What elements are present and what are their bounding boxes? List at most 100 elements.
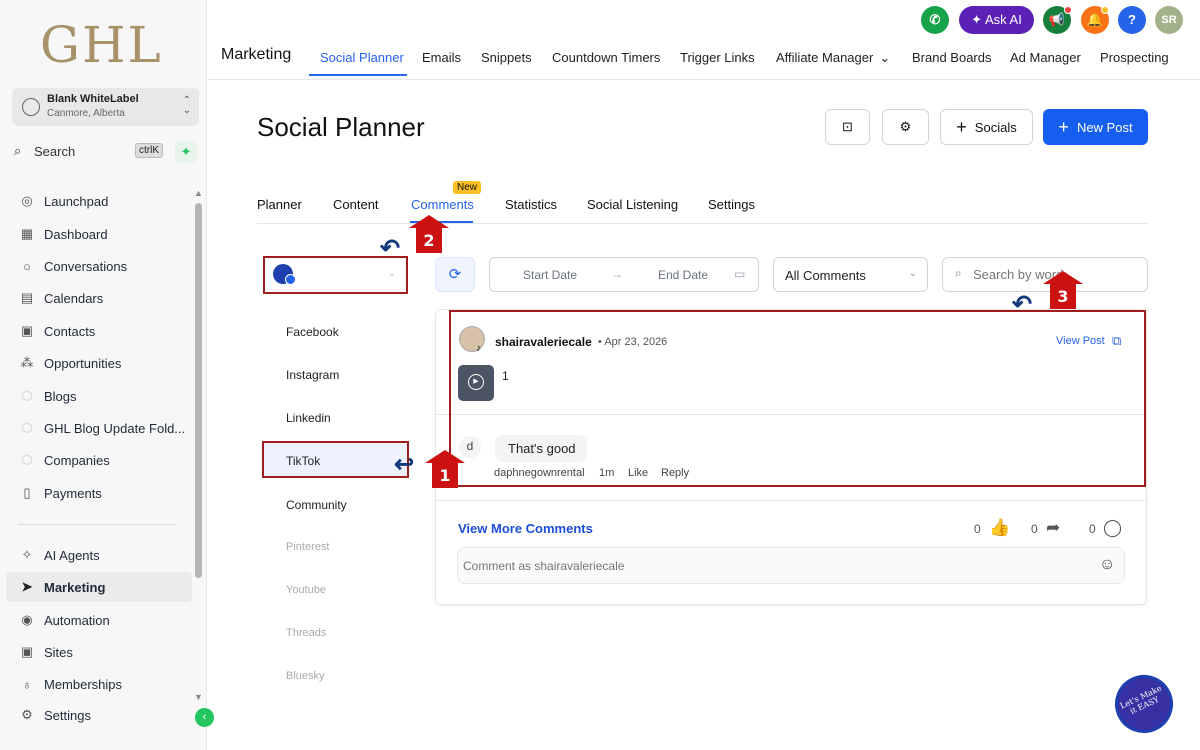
tab-social-planner[interactable]: Social Planner — [320, 50, 404, 65]
sidebar-item-marketing[interactable]: ➤ Marketing — [6, 572, 192, 602]
emoji-icon[interactable]: ☺ — [1099, 556, 1115, 574]
scroll-down-icon[interactable]: ▼ — [194, 692, 203, 702]
socials-button[interactable]: + Socials — [940, 109, 1033, 145]
arrow-right-icon: → — [611, 267, 623, 281]
search-shortcut: ctrlK — [135, 143, 163, 158]
sidebar-item-ai-agents[interactable]: ✧ AI Agents — [6, 540, 192, 570]
start-date: Start Date — [523, 268, 578, 282]
view-more-comments-link[interactable]: View More Comments — [458, 521, 593, 536]
tab-brand-boards[interactable]: Brand Boards — [912, 50, 992, 65]
platform-tiktok-highlight — [262, 441, 409, 478]
sidebar-search[interactable]: ⌕ Search ctrlK — [12, 141, 167, 163]
platform-tiktok[interactable]: TikTok — [286, 454, 320, 468]
refresh-button[interactable]: ⟳ — [435, 257, 475, 292]
sites-icon: ▣ — [20, 644, 34, 659]
page-title: Social Planner — [257, 112, 425, 142]
sidebar-item-ghl-blog-folder[interactable]: ⬡ GHL Blog Update Fold... — [6, 413, 192, 443]
platform-youtube[interactable]: Youtube — [286, 584, 326, 596]
sidebar-item-automation[interactable]: ◉ Automation — [6, 605, 192, 635]
scroll-up-icon[interactable]: ▲ — [194, 188, 203, 198]
annotation-arrow-3: ↶ — [1012, 291, 1033, 318]
location-avatar-icon — [22, 98, 40, 116]
notification-dot — [1101, 6, 1109, 14]
sidebar-item-dashboard[interactable]: ▦ Dashboard — [6, 219, 192, 249]
annotation-marker-3: 3 — [1043, 271, 1083, 309]
sidebar-item-label: Opportunities — [44, 355, 122, 371]
cube-icon: ⬡ — [21, 388, 33, 403]
tab-statistics[interactable]: Statistics — [505, 197, 557, 212]
search-icon: ⌕ — [955, 266, 962, 280]
tab-emails[interactable]: Emails — [422, 50, 461, 65]
new-post-button[interactable]: + New Post — [1043, 109, 1148, 145]
lets-make-it-easy-badge[interactable]: Let's Make it EASY — [1105, 665, 1183, 743]
tab-content[interactable]: Content — [333, 197, 379, 212]
feedback-button[interactable]: ⊡ — [825, 109, 870, 145]
date-range-picker[interactable]: Start Date → End Date ▭ — [489, 257, 759, 292]
tab-ad-manager[interactable]: Ad Manager — [1010, 50, 1081, 65]
phone-icon[interactable]: ✆ — [921, 6, 949, 34]
comment-input[interactable] — [457, 547, 1125, 584]
comment-filter-select[interactable]: All Comments ⌄ — [773, 257, 928, 292]
tab-comments[interactable]: Comments — [411, 197, 474, 212]
platform-facebook[interactable]: Facebook — [286, 325, 339, 339]
sidebar-item-label: Blogs — [44, 388, 77, 404]
sidebar-item-sites[interactable]: ▣ Sites — [6, 637, 192, 667]
help-icon[interactable]: ? — [1118, 6, 1146, 34]
sidebar-item-opportunities[interactable]: ⁂ Opportunities — [6, 348, 192, 378]
logo: GHL — [40, 16, 163, 74]
tab-snippets[interactable]: Snippets — [481, 50, 532, 65]
section-title: Marketing — [221, 46, 292, 63]
tab-countdown-timers[interactable]: Countdown Timers — [552, 50, 660, 65]
gear-icon: ⚙ — [21, 707, 33, 722]
sidebar-item-label: GHL Blog Update Fold... — [44, 420, 186, 436]
tab-planner[interactable]: Planner — [257, 197, 302, 212]
sidebar-item-label: Companies — [44, 452, 110, 468]
ask-ai-label: Ask AI — [984, 12, 1022, 27]
account-name: Blank WhiteLabel — [47, 93, 139, 105]
tab-prospecting[interactable]: Prospecting — [1100, 50, 1169, 65]
sidebar-item-launchpad[interactable]: ◎ Launchpad — [6, 186, 192, 216]
user-avatar[interactable]: SR — [1155, 6, 1183, 34]
active-tab-indicator — [309, 74, 407, 76]
sidebar-item-label: Sites — [44, 644, 73, 660]
platform-threads[interactable]: Threads — [286, 627, 326, 639]
sidebar-item-calendars[interactable]: ▤ Calendars — [6, 283, 192, 313]
sidebar-item-label: Payments — [44, 485, 102, 501]
sidebar-item-companies[interactable]: ⬡ Companies — [6, 445, 192, 475]
quick-action-icon[interactable]: ✦ — [175, 141, 197, 163]
gear-icon: ⚙ — [899, 119, 912, 134]
comment-bubble-icon[interactable]: ◯ — [1103, 518, 1122, 538]
comments-count: 0 — [1089, 522, 1096, 536]
settings-button[interactable]: ⚙ — [882, 109, 929, 145]
tab-trigger-links[interactable]: Trigger Links — [680, 50, 755, 65]
search-icon: ⌕ — [14, 143, 22, 158]
annotation-arrow-1: ↩ — [394, 451, 415, 478]
ask-ai-button[interactable]: ✦ Ask AI — [959, 6, 1034, 34]
platform-community[interactable]: Community — [286, 498, 347, 512]
sidebar-item-settings[interactable]: ⚙ Settings — [6, 700, 192, 730]
sidebar-item-memberships[interactable]: ♁ Memberships — [6, 669, 192, 699]
calendar-icon: ▤ — [20, 290, 34, 305]
payments-icon: ▯ — [23, 485, 31, 500]
share-icon[interactable]: ➦ — [1046, 518, 1060, 538]
platform-instagram[interactable]: Instagram — [286, 368, 339, 382]
tab-settings[interactable]: Settings — [708, 197, 755, 212]
sidebar-item-blogs[interactable]: ⬡ Blogs — [6, 381, 192, 411]
refresh-icon: ⟳ — [448, 266, 462, 283]
platform-bluesky[interactable]: Bluesky — [286, 670, 325, 682]
platform-pinterest[interactable]: Pinterest — [286, 541, 329, 553]
platform-linkedin[interactable]: Linkedin — [286, 411, 331, 425]
tab-social-listening[interactable]: Social Listening — [587, 197, 678, 212]
sidebar-item-conversations[interactable]: ○ Conversations — [6, 251, 192, 281]
sidebar-scrollbar[interactable] — [195, 203, 202, 578]
thumbs-up-icon[interactable]: 👍 — [989, 518, 1010, 538]
account-location: Canmore, Alberta — [47, 108, 125, 119]
end-date: End Date — [658, 268, 709, 282]
sidebar-item-contacts[interactable]: ▣ Contacts — [6, 316, 192, 346]
account-switcher[interactable]: Blank WhiteLabel Canmore, Alberta ⌃ ⌄ — [12, 88, 199, 126]
feedback-icon: ⊡ — [842, 119, 853, 134]
tab-affiliate-manager[interactable]: Affiliate Manager ⌄ — [776, 50, 890, 66]
collapse-sidebar-button[interactable]: ‹ — [195, 708, 214, 727]
sidebar-item-label: Dashboard — [44, 226, 108, 242]
sidebar-item-payments[interactable]: ▯ Payments — [6, 478, 192, 508]
